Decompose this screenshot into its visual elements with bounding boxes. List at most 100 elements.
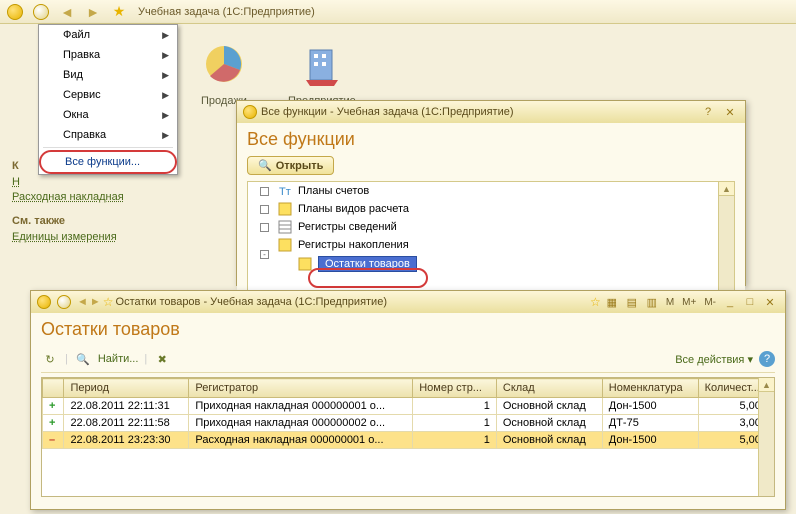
grid-scrollbar[interactable]: ▲ xyxy=(758,378,774,496)
table-row[interactable]: –22.08.2011 23:23:30Расходная накладная … xyxy=(43,432,774,449)
app-title: Учебная задача (1С:Предприятие) xyxy=(138,6,315,18)
open-button[interactable]: 🔍 Открыть xyxy=(247,156,334,175)
dropdown-icon: ▾ xyxy=(747,354,753,366)
window-close-button[interactable]: ✕ xyxy=(761,294,779,310)
calc-icon[interactable]: ▤ xyxy=(623,294,641,310)
menu-file[interactable]: Файл▶ xyxy=(39,25,177,45)
col-icon[interactable] xyxy=(43,379,64,398)
calendar-icon[interactable]: ▥ xyxy=(643,294,661,310)
submenu-arrow-icon: ▶ xyxy=(162,110,169,121)
menu-all-functions[interactable]: Все функции... xyxy=(39,150,177,174)
mem-mplus-button[interactable]: M+ xyxy=(679,297,699,308)
app-menu-button[interactable] xyxy=(4,2,26,22)
table-row[interactable]: +22.08.2011 22:11:31Приходная накладная … xyxy=(43,398,774,415)
expand-icon[interactable] xyxy=(260,187,269,196)
cell-period: 22.08.2011 22:11:58 xyxy=(64,415,189,432)
left-link[interactable]: Н xyxy=(12,176,152,188)
tree-item[interactable]: Планы видов расчета xyxy=(248,200,734,218)
scroll-up-icon[interactable]: ▲ xyxy=(759,378,774,392)
cell-line: 1 xyxy=(413,432,497,449)
nav-fwd-button[interactable]: ► xyxy=(82,2,104,22)
arrow-left-icon[interactable]: ◄ xyxy=(77,296,88,308)
window-close-button[interactable]: ✕ xyxy=(721,104,739,120)
expand-icon[interactable] xyxy=(260,205,269,214)
scroll-up-icon[interactable]: ▲ xyxy=(719,182,734,196)
expand-icon[interactable] xyxy=(260,223,269,232)
tree-item[interactable]: Регистры сведений xyxy=(248,218,734,236)
main-toolbar: ◄ ► ★ Учебная задача (1С:Предприятие) xyxy=(0,0,796,24)
left-link[interactable]: Расходная накладная xyxy=(12,191,152,203)
cell-registrar: Приходная накладная 000000001 о... xyxy=(189,398,413,415)
find-button[interactable]: 🔍 xyxy=(74,350,92,368)
window-titlebar[interactable]: Все функции - Учебная задача (1С:Предпри… xyxy=(237,101,745,123)
cell-period: 22.08.2011 22:11:31 xyxy=(64,398,189,415)
cell-registrar: Приходная накладная 000000002 о... xyxy=(189,415,413,432)
star-icon[interactable]: ☆ xyxy=(590,295,601,309)
grid-table: Период Регистратор Номер стр... Склад Но… xyxy=(42,378,774,449)
menu-label: Правка xyxy=(63,49,100,61)
window-max-button[interactable]: □ xyxy=(741,294,759,310)
left-link[interactable]: Единицы измерения xyxy=(12,231,152,243)
menu-help[interactable]: Справка ▶ xyxy=(39,125,177,145)
register-item-icon xyxy=(298,257,312,271)
arrow-right-icon: ► xyxy=(86,4,100,20)
cell-warehouse: Основной склад xyxy=(496,398,602,415)
menu-label: Справка xyxy=(63,129,106,141)
window-header: Все функции xyxy=(247,129,735,150)
window-help-button[interactable]: ? xyxy=(699,104,717,120)
dropdown-button[interactable] xyxy=(30,2,52,22)
tree-item[interactable]: ТтПланы счетов xyxy=(248,182,734,200)
accounts-icon: Тт xyxy=(278,184,292,198)
minus-icon: – xyxy=(49,434,55,446)
window-title: Все функции - Учебная задача (1С:Предпри… xyxy=(261,106,514,118)
shortcut-sales[interactable]: Продажи xyxy=(200,40,248,107)
submenu-arrow-icon: ▶ xyxy=(162,130,169,141)
col-line[interactable]: Номер стр... xyxy=(413,379,497,398)
menu-separator xyxy=(43,147,173,148)
col-period[interactable]: Период xyxy=(64,379,189,398)
dropdown-button[interactable] xyxy=(53,292,75,312)
cell-period: 22.08.2011 23:23:30 xyxy=(64,432,189,449)
svg-text:Тт: Тт xyxy=(279,186,291,198)
favorites-button[interactable]: ★ xyxy=(108,2,130,22)
arrow-right-icon[interactable]: ► xyxy=(90,296,101,308)
menu-service[interactable]: Сервис▶ xyxy=(39,85,177,105)
col-registrar[interactable]: Регистратор xyxy=(189,379,413,398)
window-titlebar[interactable]: ◄ ► ☆ Остатки товаров - Учебная задача (… xyxy=(31,291,785,313)
help-button[interactable]: ? xyxy=(759,351,775,367)
refresh-button[interactable]: ↻ xyxy=(41,350,59,368)
menu-label: Окна xyxy=(63,109,89,121)
col-nomenclature[interactable]: Номенклатура xyxy=(602,379,698,398)
all-actions-button[interactable]: Все действия ▾ xyxy=(675,353,753,366)
tree-scrollbar[interactable]: ▲ xyxy=(718,182,734,290)
register-grid: Период Регистратор Номер стр... Склад Но… xyxy=(41,377,775,497)
clear-filter-button[interactable]: ✖ xyxy=(153,350,171,368)
functions-tree: ТтПланы счетов Планы видов расчета Регис… xyxy=(247,181,735,291)
plus-icon: + xyxy=(49,417,55,429)
building-icon xyxy=(298,40,346,88)
nav-back-button[interactable]: ◄ xyxy=(56,2,78,22)
cell-line: 1 xyxy=(413,415,497,432)
star-icon[interactable]: ☆ xyxy=(103,295,114,309)
cell-warehouse: Основной склад xyxy=(496,415,602,432)
collapse-icon[interactable]: - xyxy=(260,250,269,259)
col-warehouse[interactable]: Склад xyxy=(496,379,602,398)
menu-windows[interactable]: Окна ▶ xyxy=(39,105,177,125)
info-register-icon xyxy=(278,220,292,234)
find-label[interactable]: Найти... xyxy=(98,353,139,365)
window-min-button[interactable]: _ xyxy=(721,294,739,310)
menu-edit[interactable]: Правка▶ xyxy=(39,45,177,65)
menu-view[interactable]: Вид▶ xyxy=(39,65,177,85)
mem-mminus-button[interactable]: M- xyxy=(701,297,719,308)
shortcut-enterprise[interactable]: Предприятие xyxy=(288,40,356,107)
tree-item-selected[interactable]: Остатки товаров xyxy=(248,254,734,274)
mem-m-button[interactable]: M xyxy=(663,297,677,308)
register-window: ◄ ► ☆ Остатки товаров - Учебная задача (… xyxy=(30,290,786,510)
tree-item[interactable]: -Регистры накопления xyxy=(248,236,734,254)
cell-nomenclature: Дон-1500 xyxy=(602,398,698,415)
open-label: Открыть xyxy=(276,160,324,172)
plus-icon: + xyxy=(49,400,55,412)
cell-line: 1 xyxy=(413,398,497,415)
tool-icon[interactable]: ▦ xyxy=(603,294,621,310)
table-row[interactable]: +22.08.2011 22:11:58Приходная накладная … xyxy=(43,415,774,432)
